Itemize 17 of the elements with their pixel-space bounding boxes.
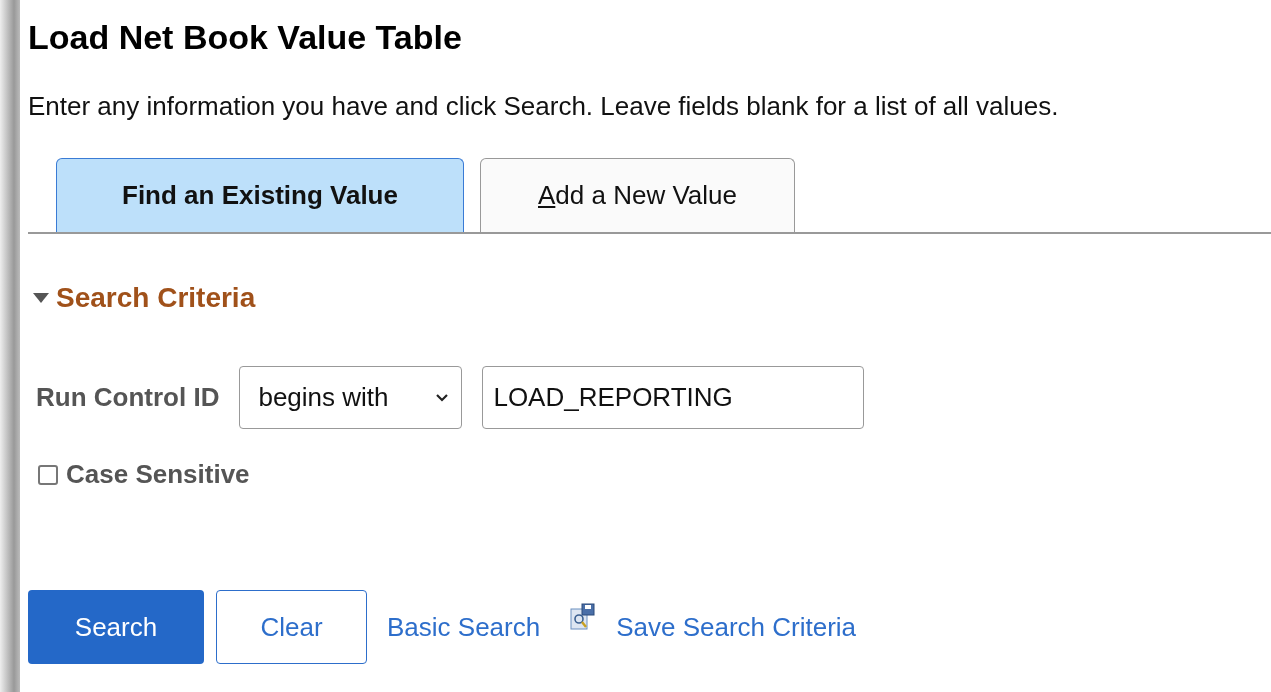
link[interactable]: Basic Search: [387, 611, 541, 643]
field-label: Run Control ID: [36, 382, 220, 413]
instructions-text: Enter any information you have and click Search. Leave fields blank for a list of all values.: [28, 91, 1060, 122]
collapse-triangle-icon[interactable]: [32, 292, 50, 304]
save-search-icon[interactable]: [570, 603, 597, 631]
operator-dropdown[interactable]: begins with: [239, 366, 463, 429]
checkbox-label: Case Sensitive: [66, 459, 250, 490]
case-sensitive-checkbox[interactable]: [38, 464, 58, 485]
clear-button[interactable]: Clear: [216, 590, 367, 664]
tab[interactable]: Find an Existing Value: [56, 158, 464, 232]
section-title[interactable]: Search Criteria: [56, 282, 256, 314]
page-title: Load Net Book Value Table: [28, 18, 463, 57]
chevron-down-icon: [435, 392, 450, 403]
link[interactable]: Save Search Criteria: [616, 611, 857, 643]
run-control-id-field[interactable]: LOAD_REPORTING: [482, 366, 865, 429]
search-button[interactable]: Search: [28, 590, 204, 664]
tab[interactable]: Add a New Value: [480, 158, 795, 232]
